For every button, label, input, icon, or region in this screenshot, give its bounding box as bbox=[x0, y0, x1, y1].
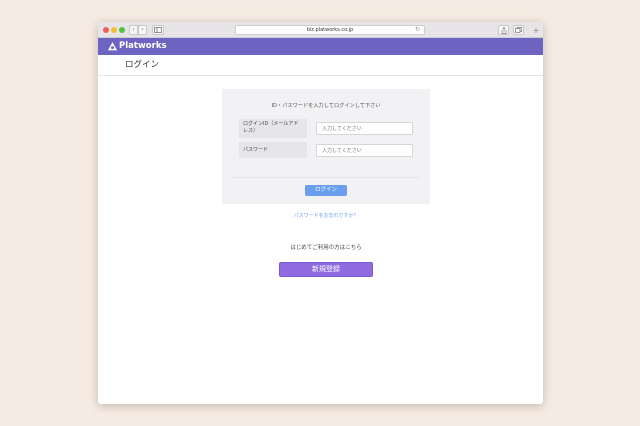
address-bar[interactable]: biz.platworks.co.jp ↻ bbox=[235, 25, 425, 35]
share-button[interactable] bbox=[498, 25, 509, 35]
page-header: ログイン bbox=[98, 55, 543, 76]
reload-icon[interactable]: ↻ bbox=[415, 26, 420, 34]
tabs-icon bbox=[515, 27, 522, 33]
tabs-overview-button[interactable] bbox=[513, 25, 524, 35]
sidebar-toggle-button[interactable] bbox=[152, 25, 164, 35]
sidebar-icon bbox=[154, 27, 162, 33]
back-icon: ‹ bbox=[132, 26, 135, 33]
browser-toolbar: ‹ › biz.platworks.co.jp ↻ + bbox=[98, 22, 543, 38]
app-header: Platworks bbox=[98, 38, 543, 55]
page-title: ログイン bbox=[125, 60, 160, 70]
forgot-password-link[interactable]: パスワードをお忘れですか？ bbox=[222, 212, 430, 219]
zoom-window-button[interactable] bbox=[119, 27, 125, 33]
new-tab-button[interactable]: + bbox=[531, 26, 541, 36]
cloud-triangle-logo-icon bbox=[107, 42, 118, 51]
share-icon bbox=[501, 26, 506, 34]
forward-icon: › bbox=[141, 26, 144, 33]
brand-name[interactable]: Platworks bbox=[119, 41, 167, 52]
address-url: biz.platworks.co.jp bbox=[306, 27, 354, 33]
login-button[interactable]: ログイン bbox=[305, 185, 347, 196]
login-panel: ID・パスワードを入力してログインして下さい ログインID（メールアドレス） パ… bbox=[222, 89, 430, 204]
password-label: パスワード bbox=[239, 142, 307, 158]
first-time-prompt: はじめてご利用の方はこちら bbox=[290, 245, 362, 251]
login-id-input[interactable] bbox=[316, 122, 413, 135]
password-input[interactable] bbox=[316, 144, 413, 157]
close-window-button[interactable] bbox=[103, 27, 109, 33]
panel-divider bbox=[232, 177, 420, 178]
plus-icon: + bbox=[532, 26, 540, 35]
login-instruction: ID・パスワードを入力してログインして下さい bbox=[271, 103, 381, 109]
register-button[interactable]: 新規登録 bbox=[279, 262, 373, 277]
browser-window: ‹ › biz.platworks.co.jp ↻ + Platworks ログ… bbox=[98, 22, 543, 404]
forward-button[interactable]: › bbox=[138, 25, 147, 35]
minimize-window-button[interactable] bbox=[111, 27, 117, 33]
login-id-label: ログインID（メールアドレス） bbox=[239, 119, 307, 138]
back-button[interactable]: ‹ bbox=[129, 25, 138, 35]
